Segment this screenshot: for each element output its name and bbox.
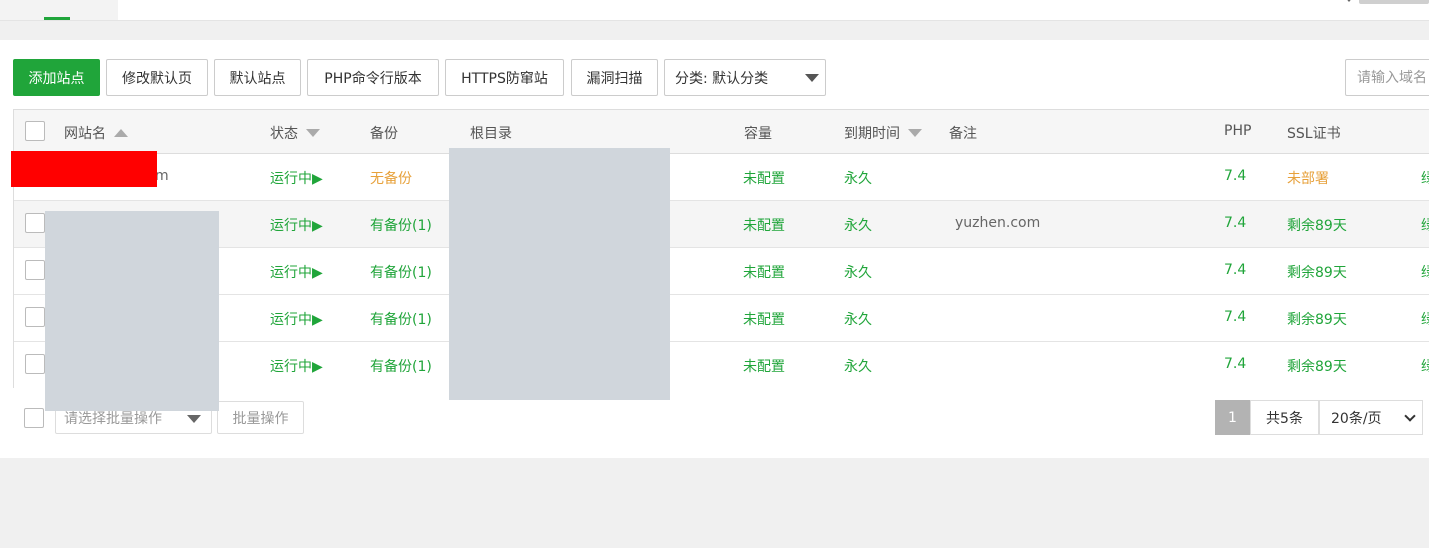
php-version-link[interactable]: 7.4 [1224, 356, 1246, 372]
top-right-button[interactable] [1359, 0, 1429, 4]
chevron-down-icon[interactable] [1344, 0, 1354, 6]
header-backup: 备份 [370, 126, 398, 142]
header-ssl: SSL证书 [1287, 126, 1341, 142]
vuln-scan-button[interactable]: 漏洞扫描 [571, 59, 658, 96]
expire-link[interactable]: 永久 [844, 309, 872, 329]
php-cli-version-button[interactable]: PHP命令行版本 [307, 59, 439, 96]
ssl-status-link[interactable]: 剩余89天 [1287, 356, 1347, 376]
row-action-trail[interactable]: 绿 [1421, 168, 1429, 188]
expire-link[interactable]: 永久 [844, 262, 872, 282]
site-name-fragment[interactable]: m [155, 168, 169, 184]
expire-link[interactable]: 永久 [844, 356, 872, 376]
redaction-block [45, 211, 219, 411]
backup-link[interactable]: 有备份(1) [370, 215, 432, 235]
table-header: 网站名 状态 备份 根目录 容量 到期时间 备注 PHP SSL证书 [14, 110, 1429, 154]
row-checkbox[interactable] [25, 307, 45, 327]
batch-operation-button[interactable]: 批量操作 [217, 401, 304, 434]
pagination-total: 共5条 [1250, 400, 1319, 435]
table-row: 运行中▶ 有备份(1) 未配置 永久 7.4 剩余89天 绿 [14, 342, 1429, 389]
batch-select-all-checkbox[interactable] [24, 408, 44, 428]
redaction-block [11, 151, 157, 187]
table-row: 运行中▶ 有备份(1) 未配置 永久 7.4 剩余89天 绿 [14, 295, 1429, 342]
expire-link[interactable]: 永久 [844, 215, 872, 235]
dropdown-caret-icon [805, 74, 819, 82]
backup-link[interactable]: 无备份 [370, 168, 412, 188]
status-running[interactable]: 运行中▶ [270, 168, 323, 188]
select-all-checkbox[interactable] [25, 121, 45, 141]
header-expire[interactable]: 到期时间 [844, 123, 922, 143]
capacity-link[interactable]: 未配置 [743, 356, 785, 376]
domain-search-input[interactable] [1345, 59, 1429, 96]
category-select-label: 分类: 默认分类 [675, 70, 769, 87]
sort-desc-icon [306, 129, 320, 137]
row-checkbox[interactable] [25, 213, 45, 233]
default-site-button[interactable]: 默认站点 [214, 59, 301, 96]
header-status-label: 状态 [270, 126, 298, 142]
site-table: 网站名 状态 备份 根目录 容量 到期时间 备注 PHP SSL证书 m 运行中… [13, 109, 1429, 389]
backup-link[interactable]: 有备份(1) [370, 356, 432, 376]
chevron-down-icon [1404, 410, 1416, 422]
ssl-status-link[interactable]: 剩余89天 [1287, 215, 1347, 235]
php-version-link[interactable]: 7.4 [1224, 262, 1246, 278]
row-action-trail[interactable]: 绿 [1421, 356, 1429, 376]
header-note: 备注 [949, 126, 977, 142]
ssl-status-link[interactable]: 剩余89天 [1287, 309, 1347, 329]
active-tab-underline [44, 17, 70, 20]
sort-asc-icon [114, 129, 128, 137]
header-status[interactable]: 状态 [270, 123, 320, 143]
sort-desc-icon [908, 129, 922, 137]
header-php: PHP [1224, 123, 1252, 139]
pagination-current-page[interactable]: 1 [1215, 400, 1250, 435]
row-action-trail[interactable]: 绿 [1421, 262, 1429, 282]
page-size-select[interactable]: 20条/页 [1319, 400, 1423, 435]
header-site-name-label: 网站名 [64, 126, 106, 142]
add-site-button[interactable]: 添加站点 [13, 59, 100, 96]
backup-link[interactable]: 有备份(1) [370, 309, 432, 329]
page-size-label: 20条/页 [1331, 410, 1382, 427]
row-checkbox[interactable] [25, 354, 45, 374]
row-action-trail[interactable]: 绿 [1421, 309, 1429, 329]
top-nav-bar [0, 0, 1429, 21]
php-version-link[interactable]: 7.4 [1224, 309, 1246, 325]
capacity-link[interactable]: 未配置 [743, 309, 785, 329]
header-expire-label: 到期时间 [844, 126, 900, 142]
row-checkbox[interactable] [25, 260, 45, 280]
status-running[interactable]: 运行中▶ [270, 215, 323, 235]
expire-link[interactable]: 永久 [844, 168, 872, 188]
table-row: m 运行中▶ 无备份 未配置 永久 7.4 未部署 绿 [14, 154, 1429, 201]
https-guard-button[interactable]: HTTPS防窜站 [445, 59, 564, 96]
category-select[interactable]: 分类: 默认分类 [664, 59, 826, 96]
backup-link[interactable]: 有备份(1) [370, 262, 432, 282]
header-root-dir: 根目录 [470, 126, 512, 142]
table-row: 运行中▶ 有备份(1) 未配置 永久 7.4 剩余89天 绿 [14, 248, 1429, 295]
status-running[interactable]: 运行中▶ [270, 309, 323, 329]
ssl-status-link[interactable]: 未部署 [1287, 168, 1329, 188]
note-field[interactable]: yuzhen.com [955, 215, 1040, 231]
dropdown-caret-icon [187, 415, 201, 423]
capacity-link[interactable]: 未配置 [743, 168, 785, 188]
redaction-block [449, 148, 670, 400]
table-row: 运行中▶ 有备份(1) 未配置 永久 yuzhen.com 7.4 剩余89天 … [14, 201, 1429, 248]
header-capacity: 容量 [744, 126, 772, 142]
php-version-link[interactable]: 7.4 [1224, 215, 1246, 231]
status-running[interactable]: 运行中▶ [270, 262, 323, 282]
capacity-link[interactable]: 未配置 [743, 215, 785, 235]
active-top-tab[interactable] [0, 0, 118, 20]
capacity-link[interactable]: 未配置 [743, 262, 785, 282]
ssl-status-link[interactable]: 剩余89天 [1287, 262, 1347, 282]
status-running[interactable]: 运行中▶ [270, 356, 323, 376]
row-action-trail[interactable]: 绿 [1421, 215, 1429, 235]
edit-default-page-button[interactable]: 修改默认页 [106, 59, 208, 96]
header-site-name[interactable]: 网站名 [64, 123, 128, 143]
php-version-link[interactable]: 7.4 [1224, 168, 1246, 184]
